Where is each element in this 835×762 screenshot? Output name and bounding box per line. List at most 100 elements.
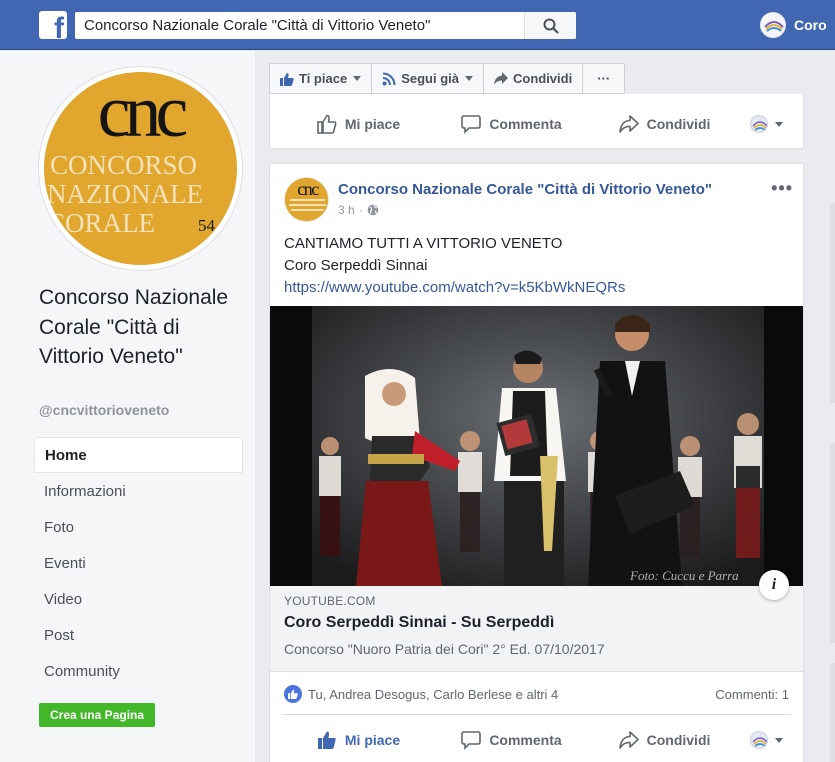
user-avatar: [760, 12, 786, 38]
link-preview-card[interactable]: YOUTUBE.COM Coro Serpeddì Sinnai - Su Se…: [270, 586, 803, 672]
follow-page-label: Segui già: [401, 71, 459, 86]
share-button[interactable]: Condividi: [588, 115, 741, 133]
like-button[interactable]: Mi piace: [282, 730, 435, 750]
like-button[interactable]: Mi piace: [282, 114, 435, 134]
page-title[interactable]: Concorso Nazionale Corale "Città di Vitt…: [39, 283, 239, 372]
post-actions: Mi piace Commenta Condividi: [282, 724, 791, 756]
like-label: Mi piace: [344, 732, 401, 748]
share-arrow-icon: [618, 731, 639, 749]
comment-label: Commenta: [489, 116, 562, 132]
search-button[interactable]: [524, 12, 576, 39]
svg-text:cnc: cnc: [98, 72, 187, 153]
comment-button[interactable]: Commenta: [435, 114, 588, 134]
create-page-button[interactable]: Crea una Pagina: [39, 703, 156, 727]
search-icon: [543, 18, 559, 34]
choir-logo-icon: [762, 14, 785, 37]
likes-text[interactable]: Tu, Andrea Desogus, Carlo Berlese e altr…: [308, 687, 558, 702]
thumbs-up-filled-icon: [317, 731, 336, 749]
share-label: Condividi: [646, 116, 711, 132]
page-profile-picture[interactable]: cnc CONCORSO NAZIONALE CORALE 54: [39, 67, 242, 270]
more-dots-icon: ···: [597, 71, 611, 86]
user-name: Coro: [794, 17, 827, 33]
chevron-down-icon: [774, 121, 783, 127]
post-meta: 3 h ·: [338, 203, 379, 217]
page-action-bar: Ti piace Segui già Condividi ···: [269, 63, 626, 94]
nav-item-eventi[interactable]: Eventi: [34, 545, 243, 581]
share-arrow-icon: [618, 115, 639, 133]
right-column-edge: [820, 163, 835, 762]
choir-logo-icon: [749, 115, 768, 133]
chevron-down-icon: [353, 76, 362, 81]
globe-icon[interactable]: [367, 204, 379, 216]
share-page-button[interactable]: Condividi: [482, 63, 584, 94]
chevron-down-icon: [464, 76, 473, 81]
post-text-line-2: Coro Serpeddì Sinnai: [284, 257, 428, 274]
thumbs-up-icon: [280, 72, 294, 86]
share-button[interactable]: Condividi: [588, 731, 741, 749]
svg-text:Foto: Cuccu e Parra: Foto: Cuccu e Parra: [629, 568, 739, 583]
like-page-label: Ti piace: [299, 71, 348, 86]
svg-text:cnc: cnc: [297, 179, 319, 199]
right-card-edge: [830, 203, 835, 403]
video-thumbnail[interactable]: Foto: Cuccu e Parra: [270, 306, 803, 586]
logo-line-1: CONCORSO: [50, 150, 198, 180]
link-title[interactable]: Coro Serpeddì Sinnai - Su Serpeddì: [284, 614, 554, 632]
like-page-button[interactable]: Ti piace: [269, 63, 373, 94]
more-options-button[interactable]: ···: [582, 63, 626, 94]
cnc-logo-icon: cnc: [285, 178, 328, 221]
page-handle[interactable]: @cncvittorioveneto: [39, 402, 169, 418]
info-icon[interactable]: i: [759, 570, 789, 600]
search-input[interactable]: [75, 12, 525, 39]
divider: [282, 714, 791, 715]
post-body: CANTIAMO TUTTI A VITTORIO VENETO Coro Se…: [284, 233, 625, 299]
share-label: Condividi: [646, 732, 711, 748]
user-profile-link[interactable]: Coro: [760, 12, 827, 38]
post-options-button[interactable]: •••: [771, 178, 793, 199]
like-label: Mi piace: [344, 116, 401, 132]
comment-button[interactable]: Commenta: [435, 730, 588, 750]
nav-item-home[interactable]: Home: [34, 437, 243, 473]
meta-separator: ·: [358, 203, 363, 217]
rss-icon: [382, 72, 396, 85]
thumbs-up-outline-icon: [317, 114, 337, 134]
facebook-logo-icon[interactable]: f: [39, 11, 67, 39]
right-card-edge: [830, 663, 835, 762]
nav-item-video[interactable]: Video: [34, 581, 243, 617]
top-bar: f Coro: [0, 0, 835, 50]
follow-page-button[interactable]: Segui già: [371, 63, 484, 94]
cnc-logo: cnc CONCORSO NAZIONALE CORALE 54: [44, 72, 237, 265]
post-author-name[interactable]: Concorso Nazionale Corale "Città di Vitt…: [338, 181, 712, 198]
page-nav: Home Informazioni Foto Eventi Video Post…: [34, 437, 243, 689]
previous-post-footer: Mi piace Commenta Condividi: [269, 94, 804, 149]
post-as-selector[interactable]: [741, 115, 791, 133]
comment-bubble-icon: [461, 115, 482, 134]
logo-number: 54: [198, 216, 215, 235]
link-description: Concorso "Nuoro Patria dei Cori" 2° Ed. …: [284, 641, 605, 657]
nav-item-foto[interactable]: Foto: [34, 509, 243, 545]
post-timestamp[interactable]: 3 h: [338, 203, 355, 217]
previous-post-actions: Mi piace Commenta Condividi: [282, 108, 791, 140]
post-as-selector[interactable]: [741, 731, 791, 749]
share-arrow-icon: [493, 72, 508, 85]
post-card: cnc Concorso Nazionale Corale "Città di …: [269, 163, 804, 762]
nav-item-post[interactable]: Post: [34, 617, 243, 653]
post-author-avatar[interactable]: cnc: [284, 177, 329, 222]
post-likes-summary: Tu, Andrea Desogus, Carlo Berlese e altr…: [284, 683, 789, 705]
facebook-logo-letter: f: [54, 12, 64, 40]
nav-item-community[interactable]: Community: [34, 653, 243, 689]
comments-count[interactable]: Commenti: 1: [715, 687, 789, 702]
left-sidebar: cnc CONCORSO NAZIONALE CORALE 54 Concors…: [0, 51, 255, 762]
chevron-down-icon: [774, 737, 783, 743]
right-card-edge: [830, 443, 835, 643]
video-thumbnail-image: Foto: Cuccu e Parra: [270, 306, 803, 586]
post-text-line-1: CANTIAMO TUTTI A VITTORIO VENETO: [284, 235, 563, 252]
share-page-label: Condividi: [512, 71, 573, 86]
choir-logo-icon: [749, 731, 768, 749]
comment-bubble-icon: [461, 731, 482, 750]
search-box: [75, 12, 576, 39]
post-link[interactable]: https://www.youtube.com/watch?v=k5KbWkNE…: [284, 277, 625, 299]
like-reaction-icon[interactable]: [284, 685, 302, 703]
nav-item-informazioni[interactable]: Informazioni: [34, 473, 243, 509]
logo-line-2: NAZIONALE: [47, 179, 203, 209]
comment-label: Commenta: [489, 732, 562, 748]
